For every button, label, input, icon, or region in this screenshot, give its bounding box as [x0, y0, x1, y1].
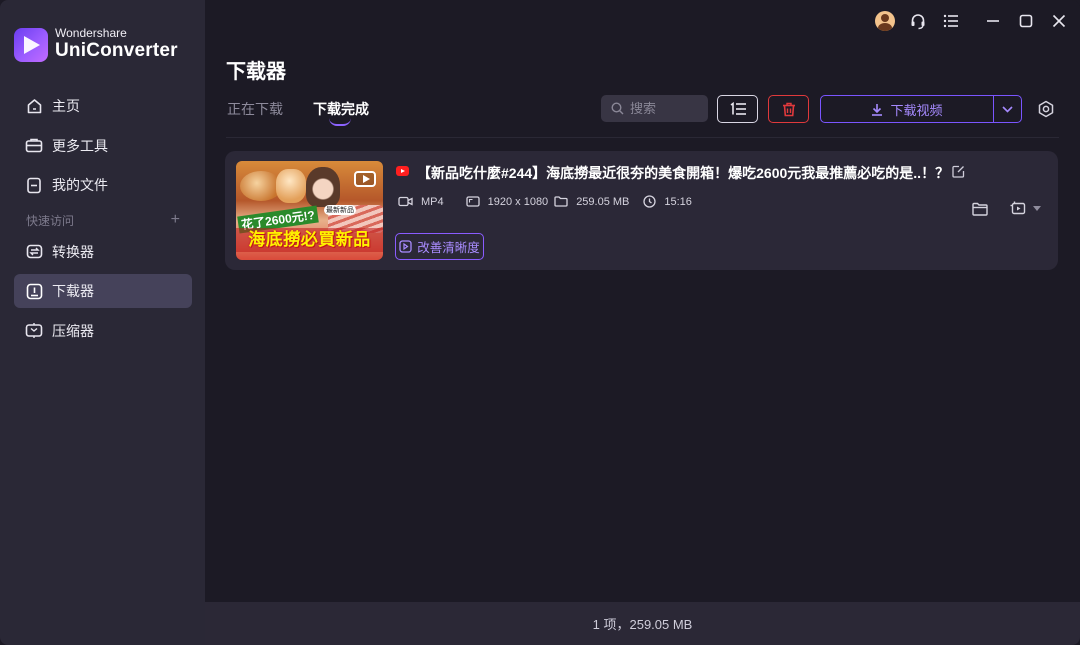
format-info: MP4	[398, 196, 444, 208]
converter-icon	[25, 243, 43, 261]
account-button[interactable]	[874, 10, 896, 32]
resolution-icon	[465, 196, 480, 207]
headset-icon	[911, 14, 925, 30]
gear-icon	[1038, 100, 1054, 118]
settings-button[interactable]	[1035, 98, 1057, 120]
minimize-icon	[987, 20, 999, 22]
download-tabs: 正在下载 下载完成	[227, 99, 399, 126]
search-input[interactable]	[630, 101, 700, 116]
video-title: 【新品吃什麼#244】海底撈最近很夯的美食開箱！爆吃2600元我最推薦必吃的是.…	[417, 165, 950, 181]
video-camera-icon	[398, 196, 413, 207]
search-box[interactable]	[601, 95, 708, 122]
format-value: MP4	[421, 195, 444, 208]
sidebar-item-label: 主页	[52, 98, 80, 114]
sidebar-item-label: 压缩器	[52, 322, 94, 339]
home-icon	[25, 97, 43, 115]
thumbnail-badge: 最新新品	[324, 205, 356, 215]
download-options-dropdown[interactable]	[994, 96, 1021, 122]
video-meta: MP4 1920 x 1080 259.05 MB 15:16	[398, 195, 692, 208]
open-folder-button[interactable]	[972, 202, 988, 216]
enhance-icon	[399, 240, 412, 253]
caret-down-icon	[1033, 206, 1041, 211]
uniconverter-logo-icon	[14, 27, 48, 62]
sidebar: Wondershare UniConverter 主页 更多工具 我的文件 快速…	[0, 0, 205, 645]
status-bar: 1 项，259.05 MB	[205, 602, 1080, 645]
resolution-info: 1920 x 1080	[465, 195, 549, 208]
search-icon	[611, 102, 624, 115]
app-logo: Wondershare UniConverter	[14, 27, 178, 62]
logo-brand: Wondershare	[55, 26, 127, 40]
maximize-icon	[1019, 14, 1033, 28]
edit-icon	[952, 165, 965, 178]
sidebar-item-my-files[interactable]: 我的文件	[14, 168, 192, 202]
page-title: 下载器	[226, 61, 286, 83]
play-icon	[354, 171, 376, 187]
support-button[interactable]	[907, 10, 929, 32]
file-icon	[25, 176, 43, 194]
menu-icon	[943, 14, 958, 28]
quick-access-label: 快速访问	[26, 213, 75, 228]
download-video-button-group: 下载视频	[820, 95, 1022, 123]
sidebar-item-downloader[interactable]: 下载器	[14, 274, 192, 308]
download-video-button[interactable]: 下载视频	[821, 96, 994, 122]
sidebar-item-label: 更多工具	[52, 137, 108, 154]
app-window: Wondershare UniConverter 主页 更多工具 我的文件 快速…	[0, 0, 1080, 645]
status-summary: 1 项，259.05 MB	[592, 617, 693, 632]
enhance-clarity-label: 改善清晰度	[417, 241, 480, 255]
item-actions	[972, 201, 1041, 216]
video-thumbnail[interactable]: 最新新品 花了2600元!? 海底撈必買新品	[236, 161, 383, 260]
toolbox-icon	[25, 137, 43, 155]
download-video-label: 下载视频	[890, 102, 943, 118]
sidebar-item-converter[interactable]: 转换器	[14, 235, 192, 269]
sidebar-item-label: 我的文件	[52, 177, 108, 193]
logo-name: UniConverter	[55, 40, 178, 61]
resolution-value: 1920 x 1080	[487, 195, 549, 208]
youtube-icon	[396, 166, 409, 176]
minimize-button[interactable]	[982, 10, 1004, 32]
add-quick-access-icon[interactable]: +	[171, 212, 180, 228]
clock-icon	[643, 195, 657, 208]
downloader-icon	[25, 282, 43, 300]
duration-value: 15:16	[664, 195, 692, 208]
convert-icon	[1010, 201, 1026, 215]
thumbnail-caption-big: 海底撈必買新品	[236, 228, 383, 252]
download-item[interactable]: 最新新品 花了2600元!? 海底撈必買新品 【新品吃什麼#244】海底撈最近很…	[225, 151, 1058, 270]
delete-button[interactable]	[768, 95, 809, 123]
divider	[226, 137, 1059, 138]
tab-downloading[interactable]: 正在下载	[227, 99, 283, 119]
maximize-button[interactable]	[1015, 10, 1037, 32]
sidebar-item-more-tools[interactable]: 更多工具	[14, 129, 192, 163]
close-button[interactable]	[1048, 10, 1070, 32]
enhance-clarity-button[interactable]: 改善清晰度	[395, 233, 484, 260]
chevron-down-icon	[1002, 105, 1013, 113]
size-info: 259.05 MB	[554, 196, 629, 208]
sidebar-item-label: 下载器	[52, 283, 94, 299]
sidebar-item-home[interactable]: 主页	[14, 89, 192, 123]
close-icon	[1052, 14, 1066, 28]
numbered-list-icon	[730, 102, 746, 115]
sidebar-nav: 主页 更多工具 我的文件 快速访问 + 转换器 下载器 压缩器	[14, 89, 192, 353]
sidebar-item-compressor[interactable]: 压缩器	[14, 314, 192, 348]
tab-finished[interactable]: 下载完成	[313, 99, 369, 126]
compressor-icon	[25, 322, 43, 340]
sidebar-item-label: 转换器	[52, 243, 94, 260]
folder-icon	[554, 196, 568, 207]
quick-access-header: 快速访问 +	[14, 208, 192, 233]
list-mode-button[interactable]	[717, 95, 758, 123]
avatar	[875, 11, 895, 31]
title-bar	[863, 10, 1070, 32]
rename-button[interactable]	[952, 165, 965, 183]
download-icon	[872, 103, 883, 116]
size-value: 259.05 MB	[576, 195, 630, 208]
menu-button[interactable]	[940, 10, 962, 32]
convert-menu-button[interactable]	[1010, 201, 1041, 216]
duration-info: 15:16	[643, 195, 692, 208]
trash-icon	[782, 102, 795, 116]
main-panel: 下载器 正在下载 下载完成 下载视频	[205, 0, 1080, 645]
folder-open-icon	[972, 202, 988, 216]
